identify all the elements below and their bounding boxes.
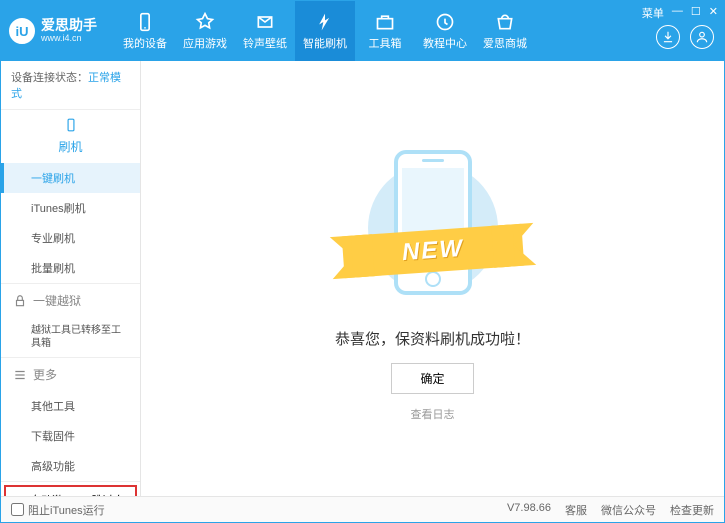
- window-controls: 菜单 — ☐ ✕: [642, 5, 718, 21]
- success-illustration: NEW: [363, 138, 503, 308]
- app-header: iU 爱思助手 www.i4.cn 我的设备 应用游戏 铃声壁纸 智能刷机 工具…: [1, 1, 724, 61]
- nav-device[interactable]: 我的设备: [115, 1, 175, 61]
- sidebar-item-batch[interactable]: 批量刷机: [1, 253, 140, 283]
- service-link[interactable]: 客服: [565, 502, 587, 518]
- menu-icon: [13, 368, 27, 382]
- view-log-link[interactable]: 查看日志: [411, 406, 455, 422]
- update-link[interactable]: 检查更新: [670, 502, 714, 518]
- section-more-header[interactable]: 更多: [1, 358, 140, 391]
- sidebar: 设备连接状态：正常模式 刷机 一键刷机 iTunes刷机 专业刷机 批量刷机 一…: [1, 61, 141, 498]
- connection-status: 设备连接状态：正常模式: [1, 61, 140, 110]
- section-flash-header[interactable]: 刷机: [1, 110, 140, 163]
- nav-store[interactable]: 爱思商城: [475, 1, 535, 61]
- close-icon[interactable]: ✕: [709, 5, 718, 21]
- nav-flash[interactable]: 智能刷机: [295, 1, 355, 61]
- download-button[interactable]: [656, 25, 680, 49]
- main-nav: 我的设备 应用游戏 铃声壁纸 智能刷机 工具箱 教程中心 爱思商城: [115, 1, 535, 61]
- sidebar-item-oneclick[interactable]: 一键刷机: [1, 163, 140, 193]
- confirm-button[interactable]: 确定: [391, 363, 473, 394]
- minimize-icon[interactable]: —: [672, 5, 683, 21]
- logo-icon: iU: [9, 18, 35, 44]
- sidebar-item-itunes[interactable]: iTunes刷机: [1, 193, 140, 223]
- nav-apps[interactable]: 应用游戏: [175, 1, 235, 61]
- ribbon-text: NEW: [401, 234, 465, 266]
- success-message: 恭喜您，保资料刷机成功啦！: [335, 328, 530, 349]
- main-content: NEW 恭喜您，保资料刷机成功啦！ 确定 查看日志: [141, 61, 724, 498]
- maximize-icon[interactable]: ☐: [691, 5, 701, 21]
- lock-icon: [13, 294, 27, 308]
- logo: iU 爱思助手 www.i4.cn: [9, 18, 97, 44]
- sidebar-item-advanced[interactable]: 高级功能: [1, 451, 140, 481]
- sidebar-item-download[interactable]: 下载固件: [1, 421, 140, 451]
- window-menu[interactable]: 菜单: [642, 5, 664, 21]
- nav-tutorial[interactable]: 教程中心: [415, 1, 475, 61]
- user-button[interactable]: [690, 25, 714, 49]
- version-label: V7.98.66: [507, 502, 551, 518]
- wechat-link[interactable]: 微信公众号: [601, 502, 656, 518]
- account-buttons: [656, 25, 714, 49]
- sidebar-item-pro[interactable]: 专业刷机: [1, 223, 140, 253]
- nav-toolbox[interactable]: 工具箱: [355, 1, 415, 61]
- section-jailbreak-header[interactable]: 一键越狱: [1, 284, 140, 317]
- jailbreak-moved-note[interactable]: 越狱工具已转移至工具箱: [1, 317, 140, 357]
- block-itunes-check[interactable]: 阻止iTunes运行: [11, 502, 105, 518]
- sidebar-item-other[interactable]: 其他工具: [1, 391, 140, 421]
- app-url: www.i4.cn: [41, 34, 97, 44]
- nav-ringtone[interactable]: 铃声壁纸: [235, 1, 295, 61]
- status-bar: 阻止iTunes运行 V7.98.66 客服 微信公众号 检查更新: [1, 496, 724, 522]
- app-name: 爱思助手: [41, 18, 97, 33]
